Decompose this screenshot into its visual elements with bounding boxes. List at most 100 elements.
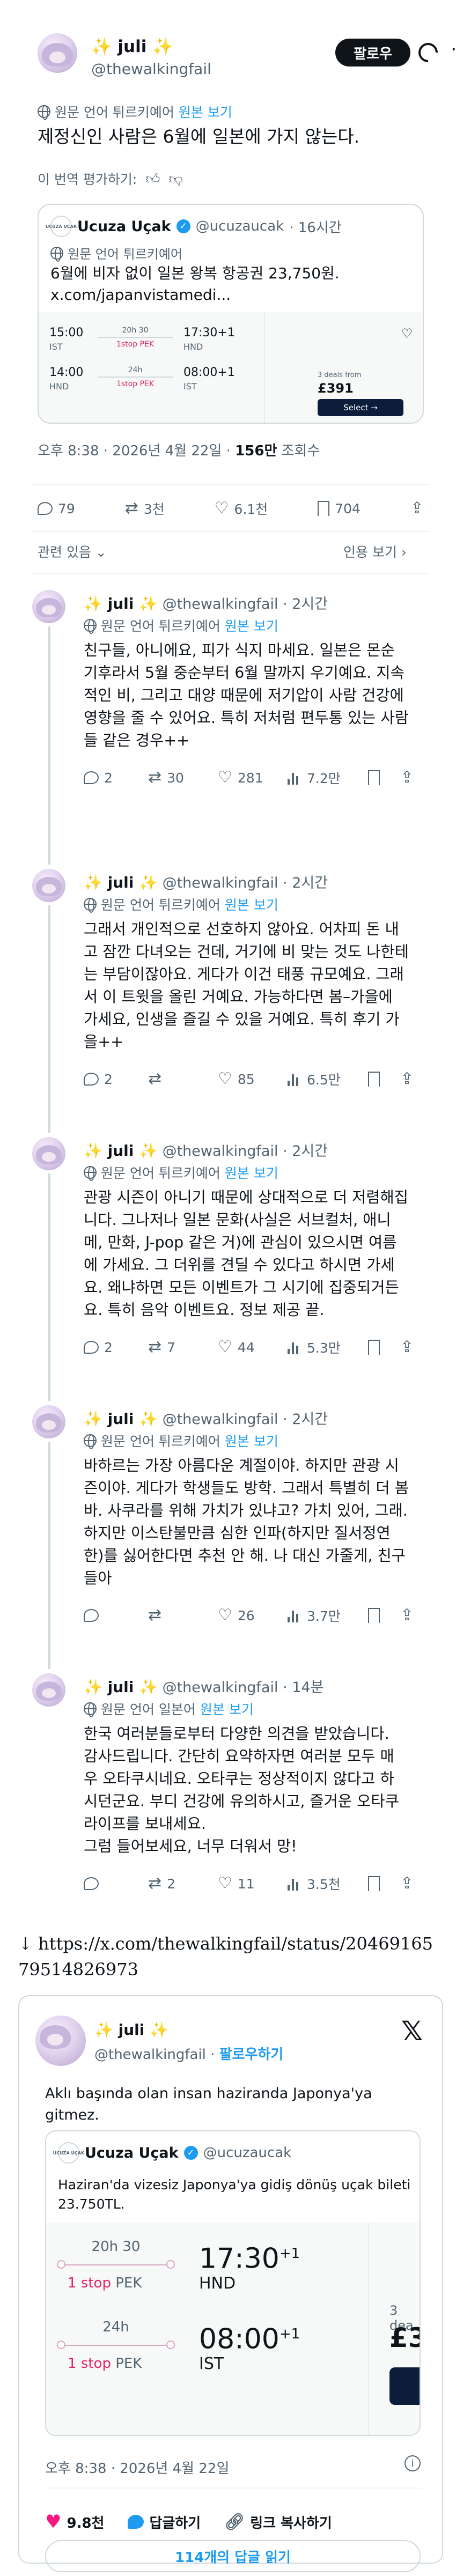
reply-button[interactable]: 79	[38, 501, 75, 516]
x-logo-icon[interactable]: 𝕏	[401, 2016, 423, 2047]
views-button[interactable]: 3.5천	[288, 1874, 368, 1893]
reply-author-name[interactable]: juli	[108, 1410, 134, 1428]
share-button[interactable]: ⇪	[400, 1606, 422, 1625]
reply-avatar[interactable]	[32, 869, 65, 902]
views-button[interactable]: 3.7만	[288, 1606, 368, 1625]
repost-button[interactable]: ⇄	[148, 1606, 218, 1625]
repost-button[interactable]: ⇄ 30	[148, 768, 218, 787]
reply-button[interactable]: 2	[84, 768, 148, 787]
embedded-tweet[interactable]: ✨ juli ✨ @thewalkingfail · 팔로우하기 𝕏 Aklı …	[18, 1995, 443, 2572]
sparkle-icon: ✨	[94, 2021, 113, 2039]
flight-image[interactable]: 15:00 IST 20h 30 1stop PEK 17:30+1 HND 1…	[39, 312, 423, 423]
author-avatar[interactable]	[38, 33, 77, 73]
reply-text: 관광 시즌이 아니기 때문에 상대적으로 더 저렴해집 니다. 그나저나 일본 문…	[84, 1186, 432, 1322]
view-original-link[interactable]: 원본 보기	[179, 102, 232, 121]
views-button[interactable]: 7.2만	[288, 768, 368, 787]
view-original-link[interactable]: 원본 보기	[225, 616, 278, 635]
more-icon[interactable]: ···	[451, 39, 456, 61]
share-button[interactable]: ⇪	[400, 1338, 422, 1357]
repost-button[interactable]: ⇄ 7	[148, 1338, 218, 1357]
embed-reply-button[interactable]: 답글하기	[128, 2512, 201, 2532]
reply-avatar[interactable]	[32, 590, 65, 623]
view-original-link[interactable]: 원본 보기	[225, 1163, 278, 1182]
thumbs-down-icon[interactable]: 👎︎	[169, 171, 183, 187]
reply-author-name[interactable]: juli	[108, 1142, 134, 1160]
like-button[interactable]: ♡ 281	[218, 768, 288, 787]
like-button[interactable]: ♡ 26	[218, 1606, 288, 1625]
reply-author-name[interactable]: juli	[108, 1678, 134, 1696]
thread-connector	[48, 905, 50, 1133]
sparkle-icon: ✨	[84, 1678, 102, 1696]
flight-arr-1: 17:30+1 HND	[183, 326, 235, 354]
reply-age[interactable]: · 14분	[283, 1679, 323, 1696]
bookmark-button[interactable]	[368, 1069, 400, 1089]
share-button[interactable]: ⇪	[410, 500, 424, 516]
share-button[interactable]: ⇪	[400, 1069, 422, 1089]
bookmark-button[interactable]	[368, 768, 400, 787]
reply-avatar[interactable]	[32, 1405, 65, 1438]
author-name[interactable]: ✨ juli ✨	[91, 36, 173, 56]
reply-avatar[interactable]	[32, 1137, 65, 1170]
reply-handle[interactable]: @thewalkingfail	[163, 875, 278, 891]
embed-copy-link-button[interactable]: 🔗︎ 링크 복사하기	[224, 2512, 332, 2532]
reply-button[interactable]	[84, 1606, 148, 1625]
view-original-link[interactable]: 원본 보기	[200, 1699, 254, 1718]
quoted-post[interactable]: UCUZA UÇAK Ucuza Uçak ✓ @ucuzaucak · 16시…	[38, 204, 424, 424]
reply-handle[interactable]: @thewalkingfail	[163, 596, 278, 612]
reply-author-name[interactable]: juli	[108, 595, 134, 612]
bookmark-button[interactable]	[368, 1338, 400, 1357]
view-original-link[interactable]: 원본 보기	[225, 895, 278, 914]
thumbs-up-icon[interactable]: 👍︎	[145, 171, 160, 187]
embed-handle[interactable]: @thewalkingfail	[94, 2047, 206, 2063]
reply-handle[interactable]: @thewalkingfail	[163, 1679, 278, 1696]
bookmark-button[interactable]	[368, 1874, 400, 1893]
reply-translated-from: 원문 언어 튀르키예어	[101, 618, 220, 634]
reply-age[interactable]: · 2시간	[283, 1411, 328, 1428]
reply-button[interactable]	[84, 1874, 148, 1893]
like-button[interactable]: ♡ 85	[218, 1069, 288, 1089]
quoted-link[interactable]: x.com/japanvistamedi...	[50, 284, 415, 306]
repost-button[interactable]: ⇄ 2	[148, 1874, 218, 1893]
reply-translated-from: 원문 언어 튀르키예어	[101, 897, 220, 913]
share-button[interactable]: ⇪	[400, 768, 422, 787]
views-button[interactable]: 6.5만	[288, 1069, 368, 1089]
dep-code: IST	[49, 342, 63, 352]
bookmark-button[interactable]	[368, 1606, 400, 1625]
embed-quoted-post[interactable]: UCUZA UÇAK Ucuza Uçak ✓ @ucuzaucak Hazir…	[45, 2130, 421, 2436]
grok-icon[interactable]	[414, 39, 442, 67]
info-icon[interactable]: i	[404, 2455, 421, 2471]
repost-button[interactable]: ⇄	[148, 1069, 218, 1089]
share-button[interactable]: ⇪	[400, 1874, 422, 1893]
reply-text-line: 서 이 트윗을 올린 거예요. 가능하다면 봄–가을에	[84, 988, 393, 1006]
read-replies-button[interactable]: 114개의 답글 읽기	[45, 2540, 421, 2572]
like-button[interactable]: ♡ 44	[218, 1338, 288, 1357]
view-quotes-link[interactable]: 인용 보기 ›	[343, 542, 407, 561]
repost-button[interactable]: ⇄ 3천	[125, 499, 165, 518]
reply-handle[interactable]: @thewalkingfail	[163, 1143, 278, 1160]
embed-avatar[interactable]	[35, 2016, 86, 2066]
like-button[interactable]: ♡ 6.1천	[215, 499, 268, 518]
reply-text: 바하르는 가장 아름다운 계절이야. 하지만 관광 시 즌이야. 게다가 학생들도…	[84, 1455, 432, 1590]
reply-button[interactable]: 2	[84, 1338, 148, 1357]
reply-age[interactable]: · 2시간	[283, 875, 328, 891]
like-button[interactable]: ♡ 11	[218, 1874, 288, 1893]
view-original-link[interactable]: 원본 보기	[225, 1431, 278, 1450]
reply-avatar[interactable]	[32, 1673, 65, 1707]
reply-handle[interactable]: @thewalkingfail	[163, 1411, 278, 1428]
embed-follow-link[interactable]: 팔로우하기	[219, 2047, 284, 2063]
bookmark-button[interactable]: 704	[318, 501, 361, 516]
reply-age[interactable]: · 2시간	[283, 1143, 328, 1160]
source-url[interactable]: ↓ https://x.com/thewalkingfail/status/20…	[18, 1931, 442, 1982]
reply-author-name[interactable]: juli	[108, 874, 134, 891]
embed-author-name[interactable]: ✨ juli ✨	[94, 2021, 168, 2039]
views-button[interactable]: 5.3만	[288, 1338, 368, 1357]
follow-button[interactable]: 팔로우	[335, 39, 410, 67]
embed-flight-image[interactable]: 20h 30 1 stop PEK 17:30+1 HND 24h 1 stop…	[46, 2223, 420, 2435]
sort-dropdown[interactable]: 관련 있음 ⌄	[38, 542, 107, 561]
embed-timestamp[interactable]: 오후 8:38 · 2026년 4월 22일	[45, 2457, 229, 2477]
author-handle[interactable]: @thewalkingfail	[91, 60, 211, 78]
reply-button[interactable]: 2	[84, 1069, 148, 1089]
embed-like-button[interactable]: ♥ 9.8천	[45, 2511, 104, 2533]
timestamp-text[interactable]: 오후 8:38 · 2026년 4월 22일 ·	[38, 443, 235, 459]
reply-age[interactable]: · 2시간	[283, 596, 328, 612]
